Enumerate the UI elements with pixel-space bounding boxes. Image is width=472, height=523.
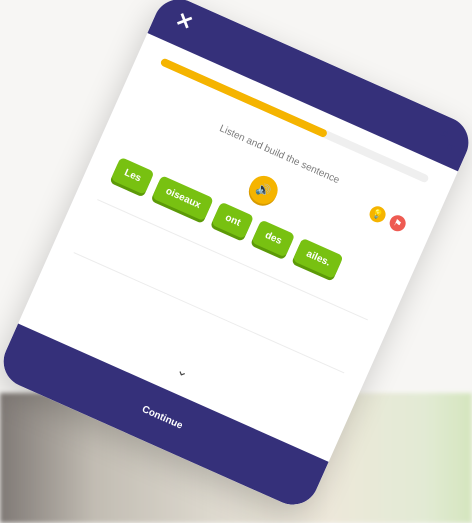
card-header: ✕: [147, 0, 472, 172]
chevron-down-icon[interactable]: ⌄: [170, 359, 198, 382]
word-tile[interactable]: des: [251, 219, 296, 258]
word-tile[interactable]: Les: [110, 156, 155, 195]
close-icon[interactable]: ✕: [170, 7, 199, 36]
word-tile[interactable]: ont: [211, 201, 255, 240]
word-tile[interactable]: ailes.: [292, 237, 344, 280]
answer-line: [73, 252, 345, 374]
speaker-icon[interactable]: 🔊: [245, 171, 283, 209]
word-tile[interactable]: oiseaux: [151, 175, 215, 222]
